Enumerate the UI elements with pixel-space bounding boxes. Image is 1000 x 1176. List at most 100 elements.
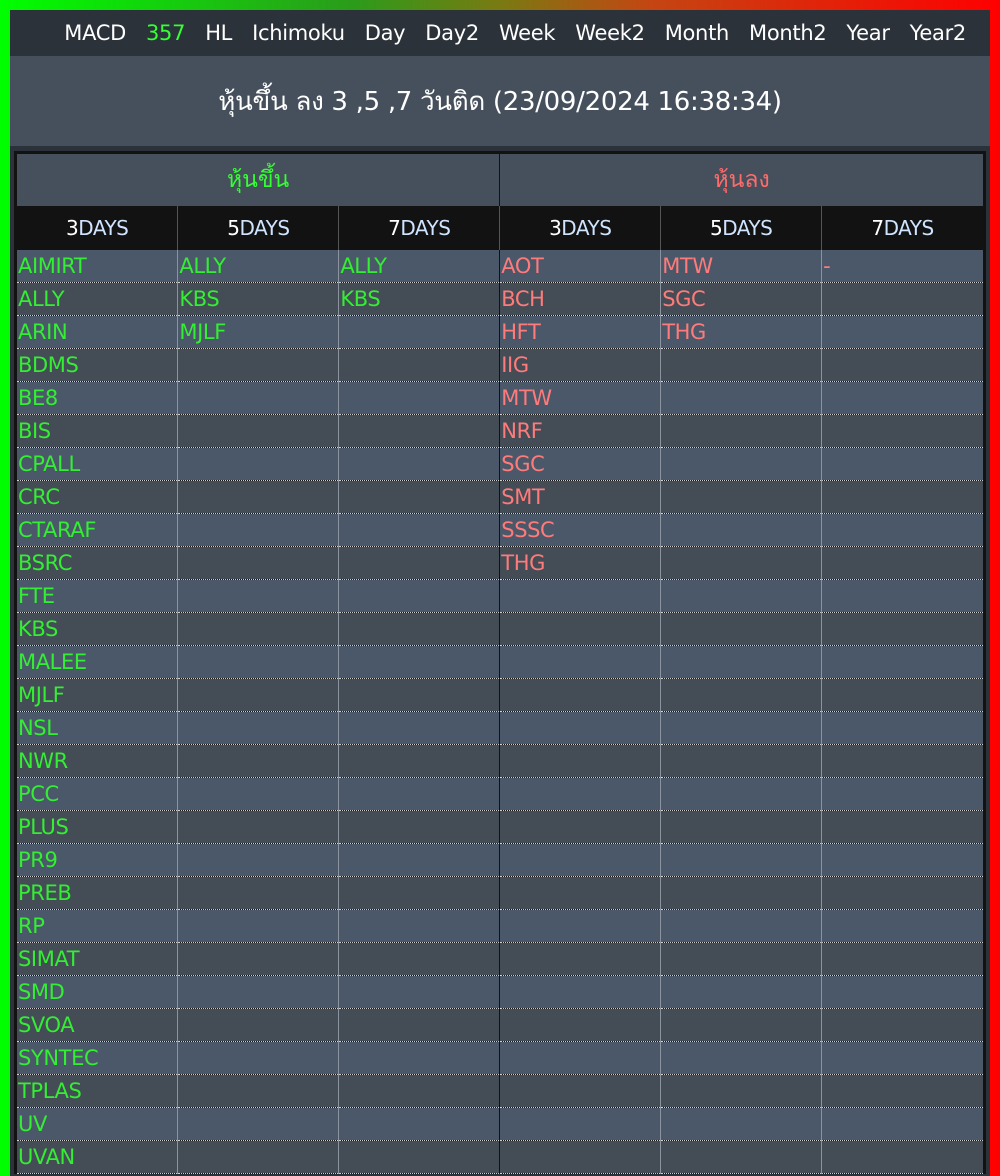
stock-symbol[interactable]: - [821,250,983,283]
empty-cell [338,348,501,382]
empty-cell [821,645,983,679]
stock-symbol[interactable]: KBS [338,282,501,316]
stock-symbol[interactable]: BE8 [17,381,179,415]
empty-cell [338,447,501,481]
empty-cell [660,942,823,976]
stock-symbol[interactable]: KBS [177,282,340,316]
empty-cell [821,1041,983,1075]
empty-cell [338,678,501,712]
stock-symbol[interactable]: PR9 [17,843,179,877]
stock-symbol[interactable]: MTW [499,381,662,415]
stock-symbol[interactable]: SMT [499,480,662,514]
stock-symbol[interactable]: MJLF [17,678,179,712]
empty-cell [177,678,340,712]
stock-symbol[interactable]: KBS [17,612,179,646]
empty-cell [338,810,501,844]
nav-item-month[interactable]: Month [665,21,730,45]
empty-cell [660,909,823,943]
stock-symbol[interactable]: PCC [17,777,179,811]
empty-cell [660,1140,823,1174]
empty-cell [338,711,501,745]
stock-symbol[interactable]: CTARAF [17,513,179,547]
empty-cell [338,480,501,514]
stock-symbol[interactable]: THG [499,546,662,580]
stock-symbol[interactable]: FTE [17,579,179,613]
stock-symbol[interactable]: SIMAT [17,942,179,976]
empty-cell [660,1041,823,1075]
table-row: PCC [17,777,983,811]
day-header-unit: DAYS [722,216,773,240]
stock-symbol[interactable]: ALLY [177,250,340,283]
empty-cell [660,876,823,910]
stock-symbol[interactable]: BIS [17,414,179,448]
stock-symbol[interactable]: ALLY [338,250,501,283]
empty-cell [177,480,340,514]
empty-cell [499,876,662,910]
stock-symbol[interactable]: SGC [499,447,662,481]
empty-cell [177,810,340,844]
day-header-unit: DAYS [561,216,612,240]
empty-cell [177,876,340,910]
page-title: หุ้นขึ้น ลง 3 ,5 ,7 วันติด (23/09/2024 1… [218,86,782,117]
stock-symbol[interactable]: SMD [17,975,179,1009]
stock-symbol[interactable]: CRC [17,480,179,514]
stock-symbol[interactable]: NWR [17,744,179,778]
stock-symbol[interactable]: IIG [499,348,662,382]
day-header-unit: DAYS [239,216,290,240]
table-row: SYNTEC [17,1041,983,1075]
empty-cell [660,711,823,745]
nav-item-day2[interactable]: Day2 [425,21,479,45]
stock-symbol[interactable]: NRF [499,414,662,448]
nav-item-week2[interactable]: Week2 [575,21,645,45]
stock-symbol[interactable]: AOT [499,250,662,283]
stock-symbol[interactable]: UV [17,1107,179,1141]
nav-item-week[interactable]: Week [499,21,556,45]
nav-item-macd[interactable]: MACD [64,21,126,45]
stock-symbol[interactable]: UVAN [17,1140,179,1174]
stock-symbol[interactable]: MTW [660,250,823,283]
empty-cell [338,1074,501,1108]
stock-symbol[interactable]: SYNTEC [17,1041,179,1075]
empty-cell [177,942,340,976]
empty-cell [338,645,501,679]
table-row: PLUS [17,810,983,844]
day-header-number: 5 [709,216,723,240]
empty-cell [499,612,662,646]
empty-cell [660,1008,823,1042]
nav-item-day[interactable]: Day [365,21,406,45]
table-row: MJLF [17,678,983,712]
stock-symbol[interactable]: SVOA [17,1008,179,1042]
stock-symbol[interactable]: BDMS [17,348,179,382]
nav-item-year[interactable]: Year [846,21,890,45]
stock-symbol[interactable]: SGC [660,282,823,316]
stock-symbol[interactable]: PLUS [17,810,179,844]
stock-symbol[interactable]: AIMIRT [17,250,179,283]
nav-item-ichimoku[interactable]: Ichimoku [252,21,345,45]
stock-symbol[interactable]: MJLF [177,315,340,349]
empty-cell [338,909,501,943]
empty-cell [821,1140,983,1174]
stock-symbol[interactable]: HFT [499,315,662,349]
stock-symbol[interactable]: CPALL [17,447,179,481]
stock-symbol[interactable]: TPLAS [17,1074,179,1108]
stock-symbol[interactable]: RP [17,909,179,943]
table-row: SVOA [17,1008,983,1042]
stock-symbol[interactable]: NSL [17,711,179,745]
stock-symbol[interactable]: PREB [17,876,179,910]
stock-symbol[interactable]: BSRC [17,546,179,580]
table-row: CRC SMT [17,480,983,514]
day-header-number: 5 [227,216,240,240]
nav-item-hl[interactable]: HL [205,21,232,45]
empty-cell [338,579,501,613]
stock-symbol[interactable]: ARIN [17,315,179,349]
nav-item-357[interactable]: 357 [146,21,185,45]
stock-symbol[interactable]: SSSC [499,513,662,547]
table-row: ALLY KBS KBS BCH SGC [17,282,983,316]
nav-item-month2[interactable]: Month2 [749,21,827,45]
stock-symbol[interactable]: ALLY [17,282,179,316]
stock-symbol[interactable]: BCH [499,282,662,316]
empty-cell [338,975,501,1009]
nav-item-year2[interactable]: Year2 [910,21,967,45]
stock-symbol[interactable]: MALEE [17,645,179,679]
stock-symbol[interactable]: THG [660,315,823,349]
